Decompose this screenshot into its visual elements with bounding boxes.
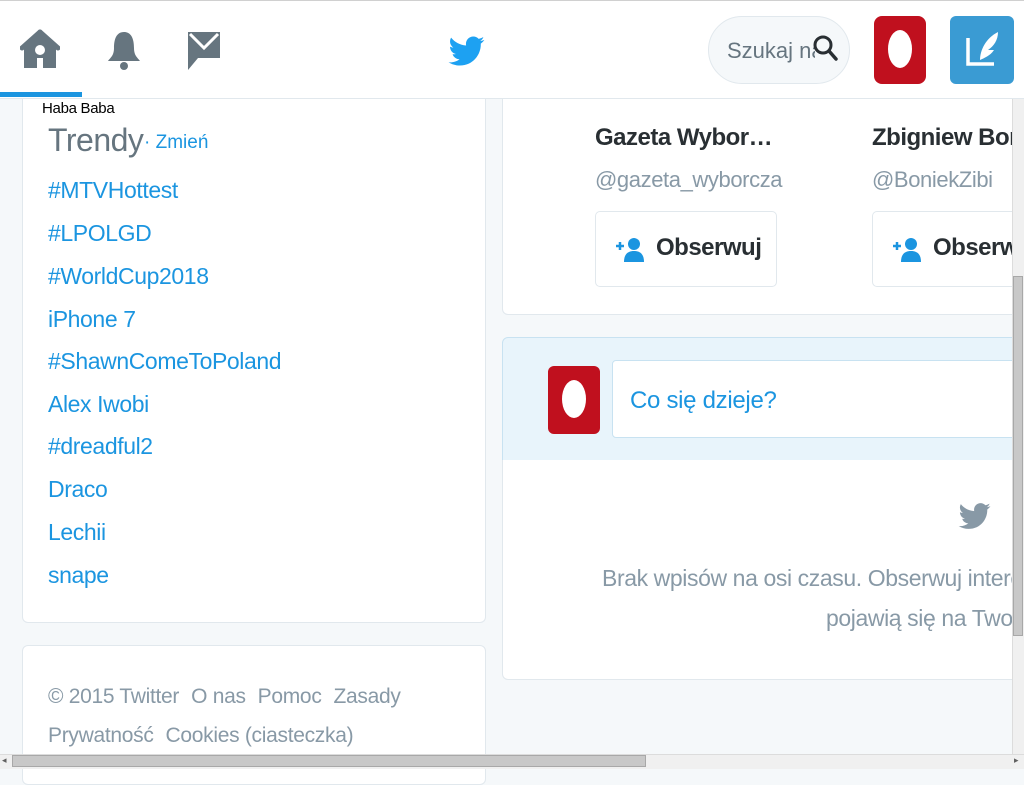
search-icon[interactable]	[812, 34, 838, 62]
trend-item[interactable]: snape	[48, 562, 109, 589]
empty-timeline-message: Brak wpisów na osi czasu. Obserwuj inter…	[602, 565, 1012, 591]
footer-link-about[interactable]: O nas	[191, 685, 246, 708]
footer-link-terms[interactable]: Zasady	[334, 685, 401, 708]
scroll-right-arrow-icon[interactable]: ▸	[1014, 755, 1019, 766]
trends-title: Trendy	[48, 122, 144, 158]
horizontal-scrollbar-thumb[interactable]	[12, 755, 646, 767]
search-input[interactable]	[727, 35, 815, 67]
trend-item[interactable]: Draco	[48, 476, 108, 503]
scroll-left-arrow-icon[interactable]: ◂	[2, 755, 7, 766]
empty-timeline-message: pojawią się na Twojej osi czasu.	[826, 605, 1012, 631]
footer-link-cookies[interactable]: Cookies (ciasteczka)	[166, 724, 354, 747]
home-icon[interactable]	[19, 28, 61, 72]
vertical-scrollbar-thumb[interactable]	[1013, 276, 1023, 636]
follow-button-label: Obserwuj	[933, 234, 1012, 261]
follow-button-label: Obserwuj	[656, 234, 762, 261]
account-handle[interactable]: @gazeta_wyborcza	[595, 167, 783, 193]
footer-link-privacy[interactable]: Prywatność	[48, 724, 154, 747]
tooltip: Haba Baba	[42, 100, 115, 117]
trend-item[interactable]: #MTVHottest	[48, 177, 178, 204]
follow-button[interactable]: Obserwuj	[595, 211, 777, 287]
mail-icon[interactable]	[184, 28, 224, 72]
compose-tweet-icon	[966, 32, 998, 66]
egg-avatar-icon	[888, 30, 912, 68]
avatar[interactable]	[548, 366, 600, 434]
footer-link-help[interactable]: Pomoc	[258, 685, 322, 708]
trend-item[interactable]: #WorldCup2018	[48, 263, 209, 290]
follow-button[interactable]: Obserwuj	[872, 211, 1012, 287]
trend-item[interactable]: iPhone 7	[48, 306, 136, 333]
add-user-icon	[893, 238, 921, 262]
compose-placeholder: Co się dzieje?	[630, 387, 777, 414]
trend-item[interactable]: Alex Iwobi	[48, 391, 149, 418]
trend-item[interactable]: #ShawnComeToPoland	[48, 348, 282, 375]
compose-tweet-button[interactable]	[950, 16, 1014, 84]
copyright-text: © 2015 Twitter	[48, 685, 180, 708]
tweet-compose-input[interactable]: Co się dzieje?	[612, 360, 1024, 438]
account-handle[interactable]: @BoniekZibi	[872, 167, 993, 193]
change-trends-link[interactable]: · Zmień	[144, 132, 208, 154]
trend-item[interactable]: #dreadful2	[48, 433, 153, 460]
bell-icon[interactable]	[104, 28, 144, 72]
twitter-bird-icon	[958, 500, 992, 532]
egg-avatar-icon	[562, 380, 586, 418]
trend-item[interactable]: #LPOLGD	[48, 220, 152, 247]
twitter-bird-icon[interactable]	[448, 33, 486, 69]
add-user-icon	[616, 238, 644, 262]
account-name[interactable]: Gazeta Wybor…	[595, 124, 773, 152]
top-navigation-bar	[0, 0, 1024, 99]
home-active-indicator	[0, 92, 82, 97]
footer-links-row-1: © 2015 Twitter O nas Pomoc Zasady	[48, 685, 413, 709]
avatar[interactable]	[874, 16, 926, 84]
footer-links-row-2: Prywatność Cookies (ciasteczka)	[48, 724, 365, 748]
trend-item[interactable]: Lechii	[48, 519, 106, 546]
account-name[interactable]: Zbigniew Bon	[872, 124, 1012, 152]
